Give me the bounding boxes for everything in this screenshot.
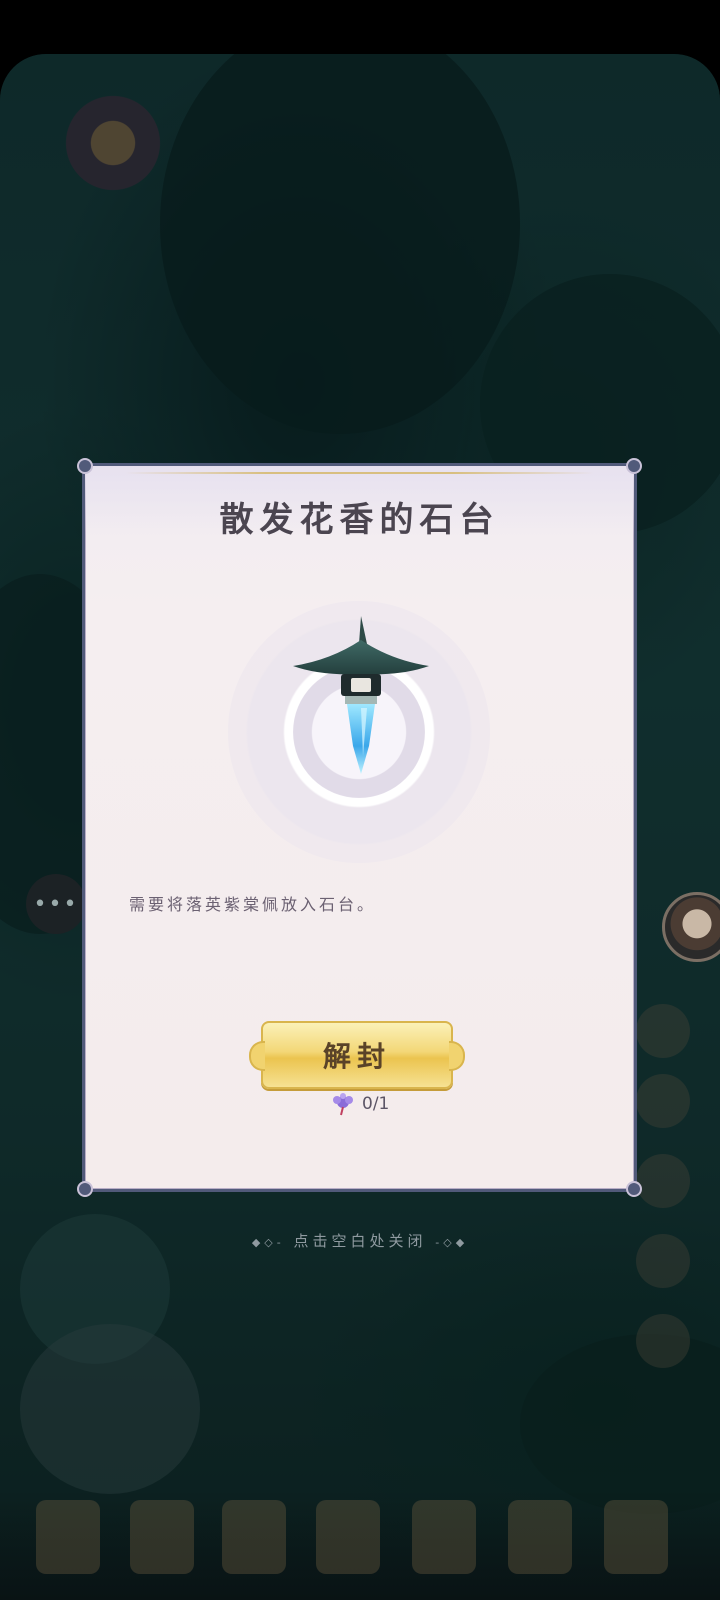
bottom-menu-slot[interactable]	[130, 1500, 194, 1574]
dialog-title: 散发花香的石台	[219, 500, 500, 540]
bottom-menu-slot[interactable]	[508, 1500, 572, 1574]
unseal-button-label: 解封	[322, 1040, 391, 1073]
item-description: 需要将落英紫棠佩放入石台。	[129, 895, 377, 914]
bottom-menu-slot[interactable]	[412, 1500, 476, 1574]
stone-lantern-crystal-icon	[293, 616, 429, 774]
bottom-menu-slot[interactable]	[604, 1500, 668, 1574]
corner-ornament	[77, 458, 93, 474]
item-dialog: 散发花香的石台 需要将落英紫棠佩放入石台。 解封 0/1	[77, 458, 642, 1197]
corner-ornament	[626, 1181, 642, 1197]
unseal-cost: 0/1	[330, 1089, 389, 1119]
button-ornament	[249, 1041, 265, 1071]
bottom-menu-slot[interactable]	[222, 1500, 286, 1574]
cost-count: 0/1	[362, 1094, 390, 1114]
bottom-menu-bar	[0, 1490, 720, 1600]
corner-ornament	[626, 458, 642, 474]
close-hint-text: 点击空白处关闭	[293, 1232, 427, 1250]
bottom-menu-slot[interactable]	[36, 1500, 100, 1574]
gold-trim	[125, 472, 594, 474]
purple-flower-pendant-icon	[333, 1093, 353, 1116]
diamond-ornament-icon: -◇◆	[435, 1236, 469, 1249]
button-ornament	[449, 1041, 465, 1071]
close-hint[interactable]: ◆◇- 点击空白处关闭 -◇◆	[0, 1230, 720, 1251]
unseal-button[interactable]: 解封	[249, 1021, 465, 1089]
chat-button[interactable]: •••	[26, 874, 86, 934]
chat-bubble-icon: •••	[33, 891, 79, 917]
corner-ornament	[77, 1181, 93, 1197]
diamond-ornament-icon: ◆◇-	[251, 1236, 285, 1249]
bottom-menu-slot[interactable]	[316, 1500, 380, 1574]
